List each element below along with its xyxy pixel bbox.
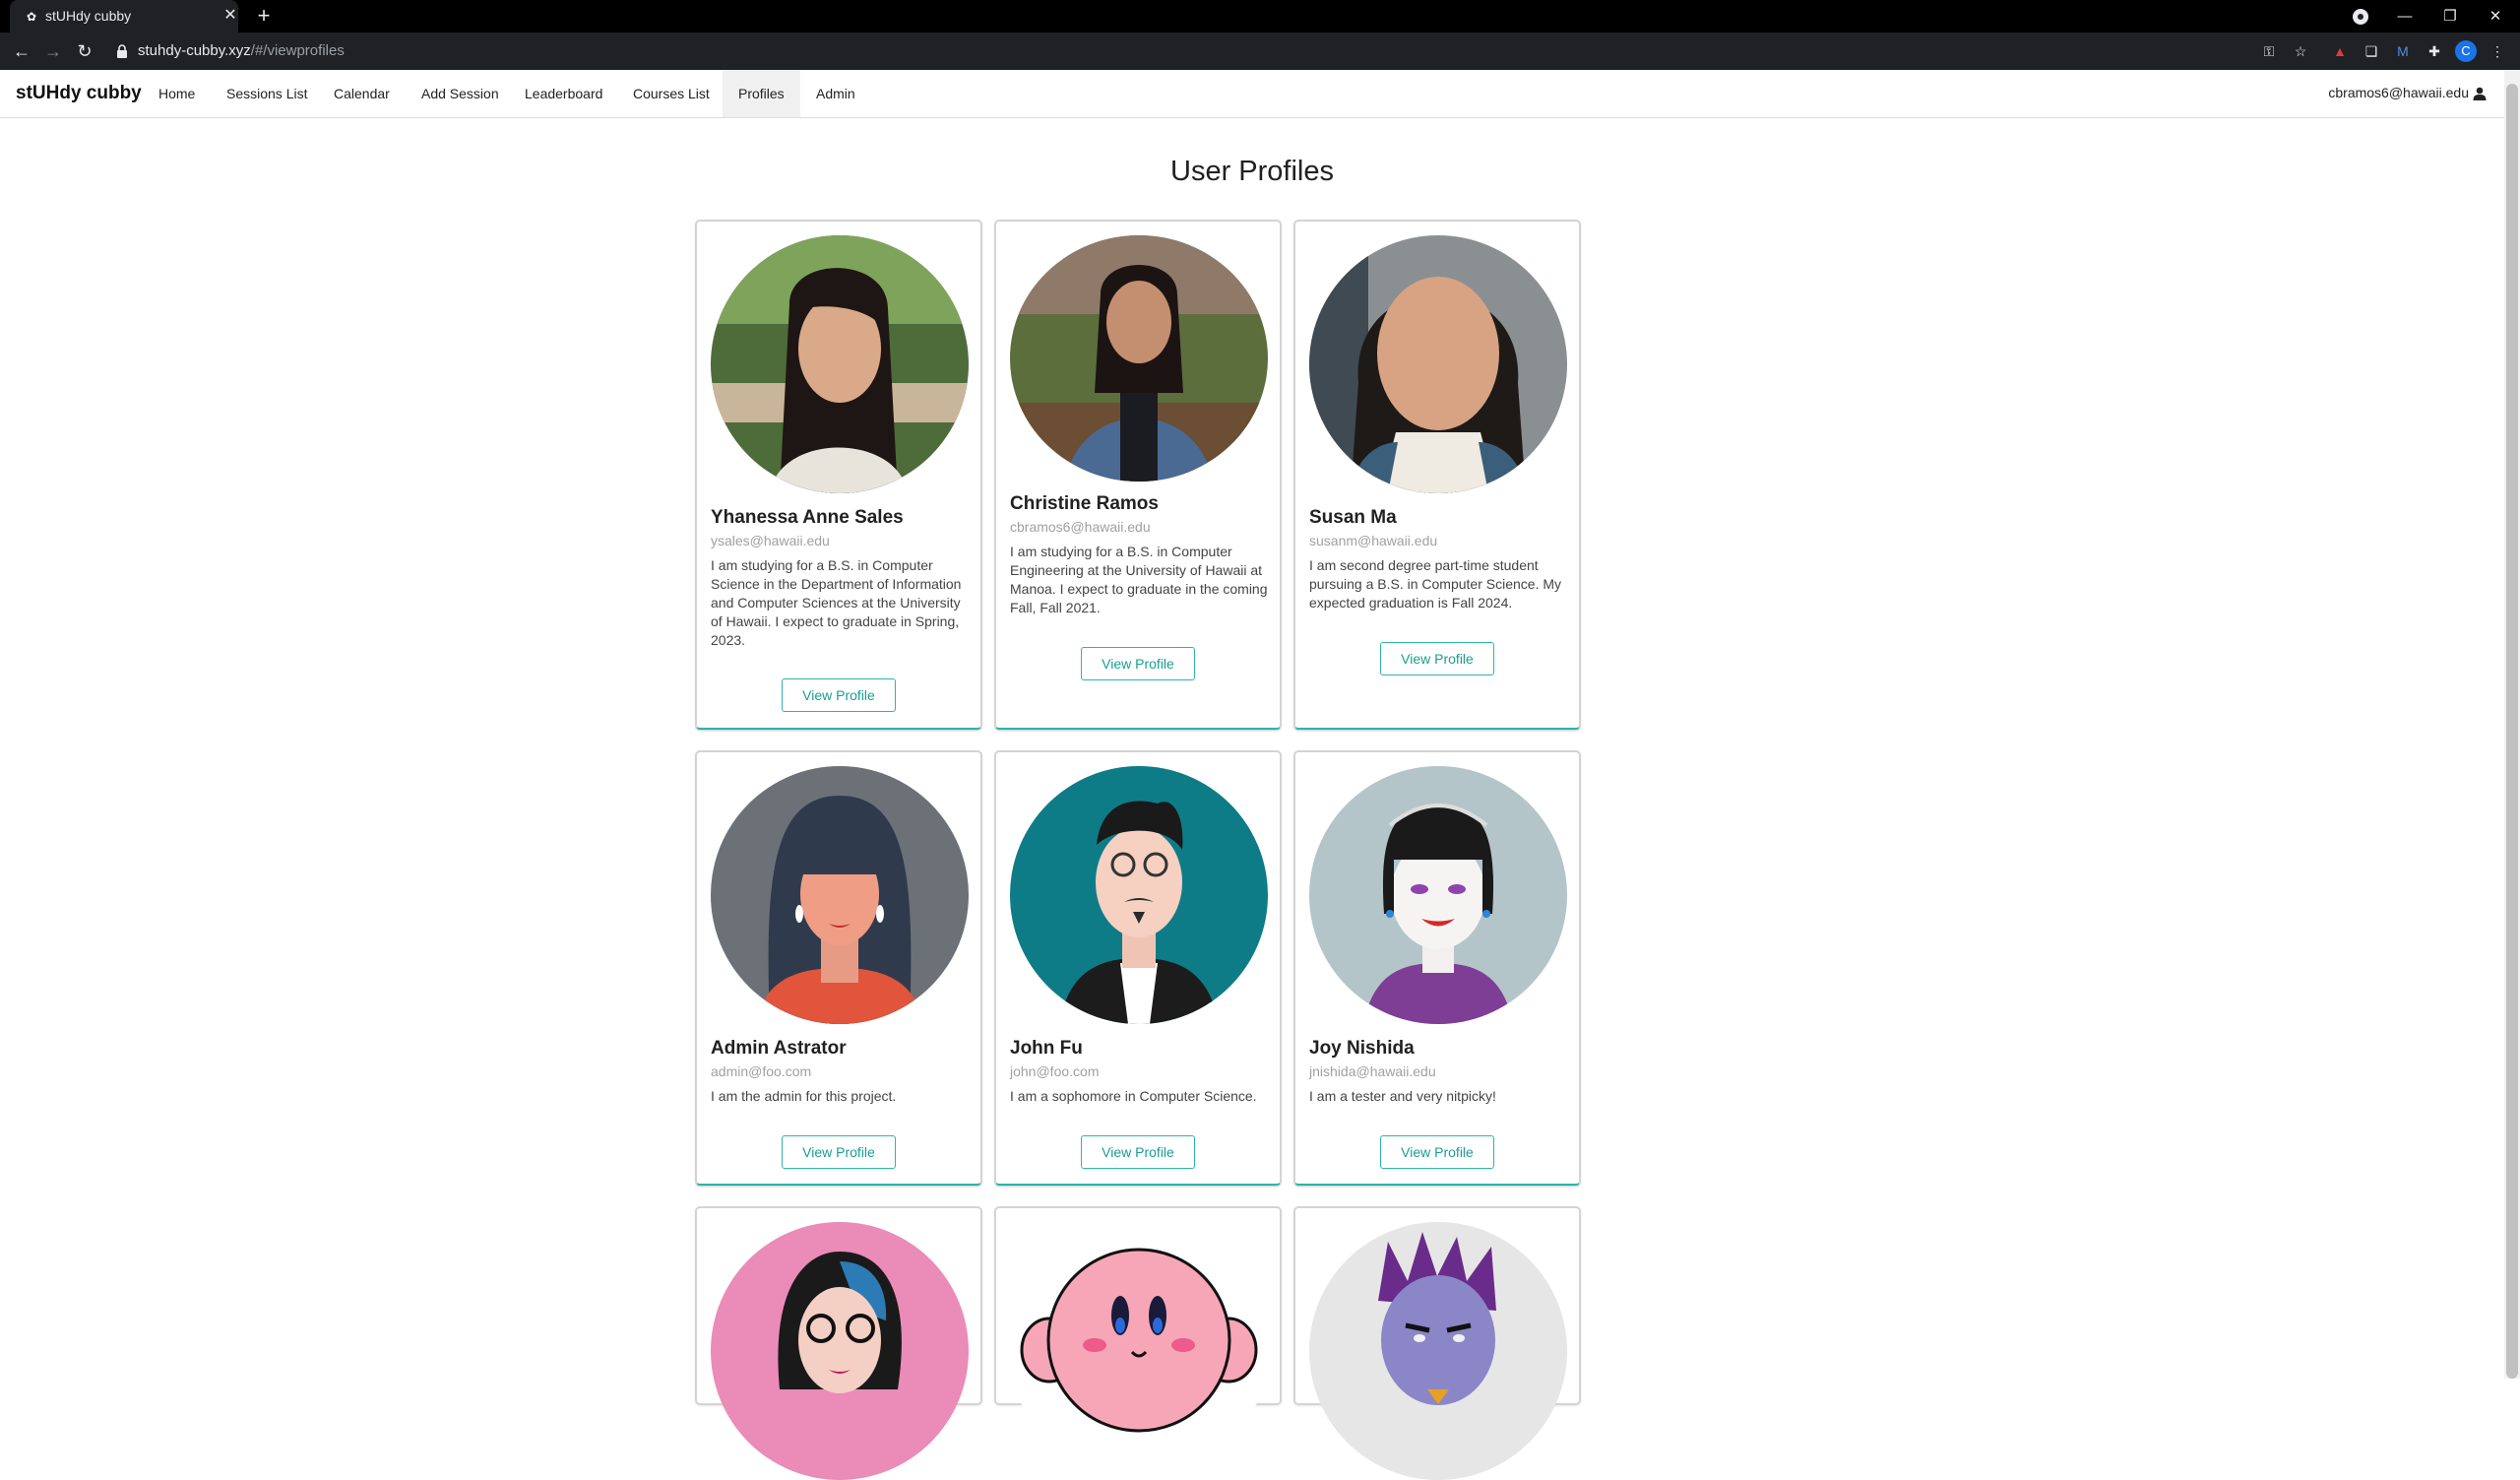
lock-icon[interactable] [116,44,128,58]
view-profile-button[interactable]: View Profile [1081,647,1195,680]
mail-extension-icon[interactable]: M [2392,40,2414,62]
nav-courses-list[interactable]: Courses List [617,70,725,117]
nav-add-session[interactable]: Add Session [406,70,515,117]
tab-favicon-icon: ✿ [26,10,37,24]
view-profile-button[interactable]: View Profile [1380,1135,1494,1169]
profile-description: I am studying for a B.S. in Computer Eng… [1010,544,1268,615]
profile-illustration [711,766,969,1024]
profile-description: I am a sophomore in Computer Science. [1010,1088,1257,1104]
browser-toolbar [0,32,2520,70]
profile-email: admin@foo.com [711,1063,812,1079]
profile-illustration [1010,1222,1268,1480]
copy-extension-icon[interactable]: ❏ [2361,40,2382,62]
profile-name: Christine Ramos [1010,493,1159,514]
pdf-extension-icon[interactable]: ▲ [2329,40,2351,62]
profile-card: Admin Astrator admin@foo.com I am the ad… [696,751,981,1186]
key-icon[interactable]: ⚿ [2258,40,2280,62]
tab-title: stUHdy cubby [45,8,132,24]
profile-card [1294,1207,1580,1480]
nav-leaderboard[interactable]: Leaderboard [509,70,618,117]
view-profile-button[interactable]: View Profile [1380,642,1494,676]
nav-home[interactable]: Home [143,70,211,117]
profile-photo [711,235,969,493]
new-tab-icon[interactable]: + [252,5,276,29]
brand-logo[interactable]: stUHdy cubby [16,83,142,104]
profile-description: I am studying for a B.S. in Computer Sci… [711,557,962,648]
user-menu-email[interactable]: cbramos6@hawaii.edu [2328,85,2469,100]
tab-close-icon[interactable]: ✕ [220,6,240,26]
record-indicator-icon[interactable] [2353,9,2368,25]
url-host: stuhdy-cubby.xyz [138,42,251,59]
profile-name: Yhanessa Anne Sales [711,507,904,528]
profile-name: Joy Nishida [1309,1038,1415,1059]
page-title: User Profiles [1170,156,1334,187]
profile-card: Yhanessa Anne Sales ysales@hawaii.edu I … [696,221,981,730]
app-navbar: stUHdy cubby Home Sessions List Calendar… [0,70,2504,118]
profile-description: I am the admin for this project. [711,1088,897,1104]
profile-illustration [711,1222,969,1480]
profile-name: Susan Ma [1309,507,1397,528]
profile-description: I am second degree part-time student pur… [1309,557,1562,611]
profile-card: Christine Ramos cbramos6@hawaii.edu I am… [995,221,1281,730]
browser-tab[interactable]: ✿ stUHdy cubby ✕ [10,0,238,32]
nav-calendar[interactable]: Calendar [318,70,406,117]
scrollbar-thumb[interactable] [2506,84,2518,1379]
browser-tabstrip: ✿ stUHdy cubby ✕ + — ❐ ✕ [0,0,2520,32]
browser-profile-avatar[interactable]: C [2455,40,2477,62]
back-icon[interactable]: ← [8,37,35,65]
profile-illustration [1309,766,1567,1024]
view-profile-button[interactable]: View Profile [782,678,896,712]
profile-email: john@foo.com [1010,1063,1100,1079]
view-profile-button[interactable]: View Profile [782,1135,896,1169]
profile-name: Admin Astrator [711,1038,847,1059]
close-icon[interactable]: ✕ [2473,0,2518,32]
reload-icon[interactable]: ↻ [71,37,98,65]
profile-illustration [1010,766,1268,1024]
extensions-puzzle-icon[interactable]: ✚ [2424,40,2445,62]
browser-menu-icon[interactable]: ⋮ [2487,40,2508,62]
profile-illustration [1309,1222,1567,1480]
profile-email: susanm@hawaii.edu [1309,533,1438,548]
profile-email: cbramos6@hawaii.edu [1010,519,1151,535]
bookmark-star-icon[interactable]: ☆ [2290,40,2311,62]
profile-photo [1309,235,1567,493]
profile-card: Joy Nishida jnishida@hawaii.edu I am a t… [1294,751,1580,1186]
address-bar[interactable]: stuhdy-cubby.xyz/#/viewprofiles [138,42,345,59]
view-profile-button[interactable]: View Profile [1081,1135,1195,1169]
profile-card: John Fu john@foo.com I am a sophomore in… [995,751,1281,1186]
url-path: /#/viewprofiles [250,42,345,59]
user-icon[interactable] [2473,87,2487,100]
profile-photo [1010,235,1268,482]
restore-icon[interactable]: ❐ [2427,0,2473,32]
nav-profiles[interactable]: Profiles [723,70,800,117]
nav-sessions-list[interactable]: Sessions List [211,70,323,117]
profile-name: John Fu [1010,1038,1083,1059]
minimize-icon[interactable]: — [2382,0,2427,32]
profile-card [696,1207,981,1480]
profile-email: ysales@hawaii.edu [711,533,830,548]
profile-email: jnishida@hawaii.edu [1309,1063,1436,1079]
profile-card: Susan Ma susanm@hawaii.edu I am second d… [1294,221,1580,730]
profile-description: I am a tester and very nitpicky! [1309,1088,1496,1104]
profile-card [995,1207,1281,1480]
forward-icon[interactable]: → [39,37,67,65]
nav-admin[interactable]: Admin [800,70,871,117]
